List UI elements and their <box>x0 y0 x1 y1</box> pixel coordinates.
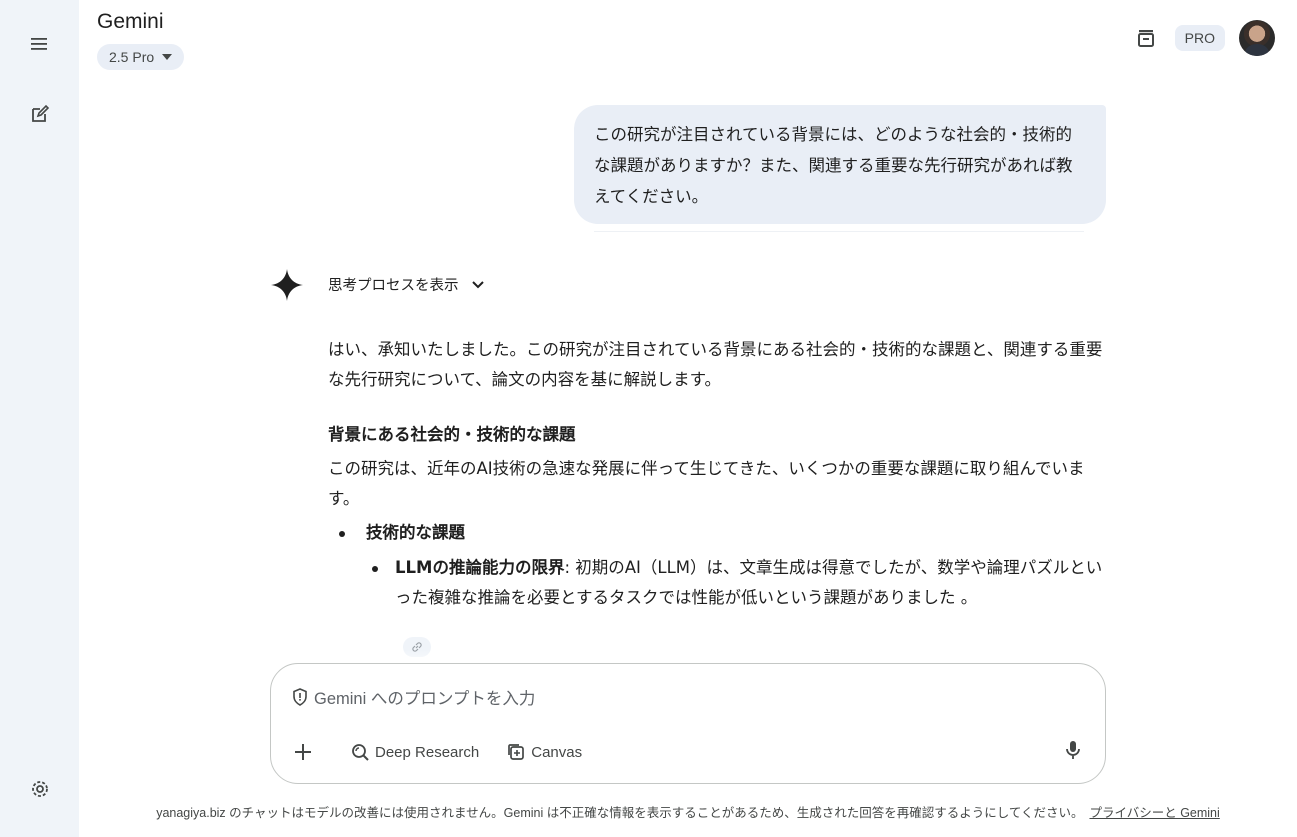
model-selector[interactable]: 2.5 Pro <box>97 44 185 70</box>
shield-icon <box>293 688 307 706</box>
gear-icon <box>32 781 48 797</box>
model-label: 2.5 Pro <box>109 49 155 65</box>
avatar[interactable] <box>1239 20 1275 56</box>
model-response: はい、承知いたしました。この研究が注目されている背景にある社会的・技術的な課題と… <box>328 335 1106 613</box>
disclaimer-footer: yanagiya.biz のチャットはモデルの改善には使用されません。Gemin… <box>79 802 1297 821</box>
chevron-down-icon <box>471 280 484 288</box>
response-intro: はい、承知いたしました。この研究が注目されている背景にある社会的・技術的な課題と… <box>328 340 1103 389</box>
edit-icon <box>32 104 50 122</box>
app-title: Gemini <box>97 10 164 33</box>
disclaimer-text: yanagiya.biz のチャットはモデルの改善には使用されません。Gemin… <box>156 806 1084 820</box>
gemini-star-icon <box>271 269 303 301</box>
list-item: LLMの推論能力の限界: 初期のAI（LLM）は、文章生成は得意でしたが、数学や… <box>328 553 1106 613</box>
show-thinking-toggle[interactable]: 思考プロセスを表示 <box>328 274 485 295</box>
new-chat-button[interactable] <box>20 94 60 134</box>
prompt-placeholder: Gemini へのプロンプトを入力 <box>314 690 536 708</box>
settings-button[interactable] <box>20 769 60 809</box>
list-item: 技術的な課題 <box>328 518 1106 548</box>
main-panel: Gemini 2.5 Pro PRO この研究が注目されている背景には、どのよう… <box>79 0 1297 837</box>
temporary-chat-icon <box>1137 30 1154 47</box>
privacy-link[interactable]: プライバシーと Gemini <box>1089 806 1219 820</box>
canvas-button[interactable]: Canvas <box>497 738 592 766</box>
user-message: この研究が注目されている背景には、どのような社会的・技術的な課題がありますか？ま… <box>574 105 1106 224</box>
pro-badge: PRO <box>1174 25 1225 51</box>
canvas-label: Canvas <box>531 743 583 761</box>
sub-bullet-title: LLMの推論能力の限界 <box>395 558 565 577</box>
tool-row: Deep Research Canvas <box>291 738 592 766</box>
chevron-down-icon <box>162 54 173 60</box>
response-paragraph: この研究は、近年のAI技術の急速な発展に伴って生じてきた、いくつかの重要な課題に… <box>328 459 1085 508</box>
deep-research-button[interactable]: Deep Research <box>341 738 489 766</box>
prompt-input[interactable]: Gemini へのプロンプトを入力 <box>292 685 535 709</box>
add-button[interactable] <box>291 740 315 764</box>
prompt-input-box[interactable]: Gemini へのプロンプトを入力 Deep Research Canvas <box>270 663 1106 784</box>
microphone-button[interactable] <box>1061 738 1085 762</box>
microphone-icon <box>1066 741 1080 759</box>
menu-icon <box>31 38 47 50</box>
divider <box>594 231 1084 232</box>
canvas-icon <box>508 744 525 760</box>
header-actions: PRO <box>1131 20 1275 56</box>
deep-research-label: Deep Research <box>375 743 480 761</box>
menu-button[interactable] <box>20 24 60 64</box>
response-heading: 背景にある社会的・技術的な課題 <box>328 425 576 444</box>
plus-icon <box>295 744 311 760</box>
temporary-chat-button[interactable] <box>1131 23 1161 53</box>
side-rail <box>0 0 79 837</box>
deep-research-icon <box>352 744 369 761</box>
thinking-label: 思考プロセスを表示 <box>328 278 459 294</box>
